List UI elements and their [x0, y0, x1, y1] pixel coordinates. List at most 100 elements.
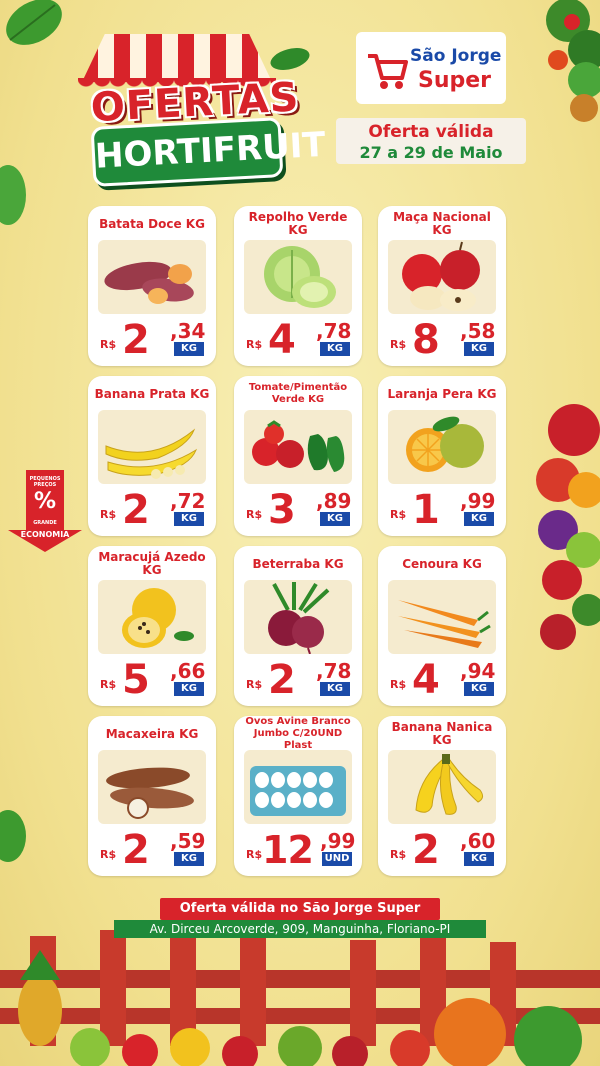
product-image [388, 410, 496, 484]
currency-symbol: R$ [100, 678, 117, 691]
product-card: Banana Prata KG R$ 2 ,72 KG [88, 376, 216, 536]
price-unit: KG [464, 342, 494, 356]
product-name: Laranja Pera KG [387, 386, 497, 401]
leaf-icon [0, 810, 26, 862]
fruit-pile-icon [536, 404, 600, 650]
cabbage-icon [264, 246, 336, 308]
product-image [98, 240, 206, 314]
product-name: Beterraba KG [252, 556, 344, 571]
price-tag: R$ 2 ,59 KG [88, 826, 216, 874]
awning-decoration [82, 34, 272, 82]
product-card: Macaxeira KG R$ 2 ,59 KG [88, 716, 216, 876]
price-unit: KG [464, 512, 494, 526]
eggs-icon [250, 766, 346, 816]
price-integer: 2 [122, 827, 150, 873]
price-cents: ,58 [460, 319, 496, 343]
price-unit: KG [174, 512, 204, 526]
product-card: Batata Doce KG R$ 2 ,34 KG [88, 206, 216, 366]
leaf-icon [6, 0, 62, 45]
price-cents: ,78 [316, 319, 352, 343]
page-subtitle: HORTIFRUIT [90, 117, 327, 187]
percent-icon: % [33, 489, 57, 514]
sweet-potato-icon [104, 261, 194, 304]
passion-fruit-icon [122, 588, 194, 648]
product-name: Ovos Avine Branco Jumbo C/20UND Plast [245, 716, 351, 751]
product-name: Tomate/Pimentão Verde KG [248, 382, 348, 405]
badge-line1: PEQUENOS PREÇOS [29, 476, 61, 488]
badge-line3: ECONOMIA [20, 530, 70, 539]
cassava-icon [106, 767, 194, 819]
validity-title: Oferta válida [368, 122, 494, 142]
product-card: Tomate/Pimentão Verde KG R$ 3 ,89 KG [234, 376, 362, 536]
price-integer: 4 [268, 317, 296, 363]
product-image [244, 240, 352, 314]
validity-dates: 27 a 29 de Maio [359, 143, 503, 162]
price-cents: ,66 [170, 659, 206, 683]
price-unit: KG [464, 852, 494, 866]
logo-text-line2: Super [418, 68, 492, 93]
product-name: Repolho Verde KG [248, 210, 348, 237]
price-cents: ,78 [316, 659, 352, 683]
price-integer: 4 [412, 657, 440, 703]
product-card: Maracujá Azedo KG R$ 5 ,66 KG [88, 546, 216, 706]
product-image [244, 750, 352, 824]
product-name: Banana Nanica KG [391, 720, 493, 747]
price-integer: 1 [412, 487, 440, 533]
price-tag: R$ 4 ,78 KG [234, 316, 362, 364]
price-integer: 2 [122, 487, 150, 533]
price-unit: KG [320, 512, 350, 526]
price-tag: R$ 2 ,34 KG [88, 316, 216, 364]
product-card: Cenoura KG R$ 4 ,94 KG [378, 546, 506, 706]
price-cents: ,89 [316, 489, 352, 513]
currency-symbol: R$ [100, 338, 117, 351]
price-tag: R$ 2 ,72 KG [88, 486, 216, 534]
price-integer: 12 [262, 828, 314, 872]
currency-symbol: R$ [100, 848, 117, 861]
price-integer: 2 [412, 827, 440, 873]
tomato-pepper-icon [252, 420, 345, 472]
footer-offer-note: Oferta válida no São Jorge Super [160, 898, 440, 920]
price-unit: UND [322, 852, 352, 866]
currency-symbol: R$ [390, 338, 407, 351]
fence-produce-decoration [0, 930, 600, 1066]
currency-symbol: R$ [100, 508, 117, 521]
price-cents: ,72 [170, 489, 206, 513]
price-unit: KG [174, 342, 204, 356]
price-unit: KG [174, 852, 204, 866]
price-unit: KG [320, 682, 350, 696]
product-image [388, 750, 496, 824]
leaf-icon [270, 48, 310, 70]
currency-symbol: R$ [390, 678, 407, 691]
currency-symbol: R$ [246, 338, 263, 351]
price-unit: KG [320, 342, 350, 356]
price-tag: R$ 2 ,60 KG [378, 826, 506, 874]
store-logo: São Jorge Super [356, 32, 506, 104]
product-image [98, 410, 206, 484]
product-name: Cenoura KG [402, 556, 482, 571]
product-card: Banana Nanica KG R$ 2 ,60 KG [378, 716, 506, 876]
price-integer: 2 [122, 317, 150, 363]
product-name: Batata Doce KG [99, 216, 205, 231]
currency-symbol: R$ [390, 848, 407, 861]
product-card: Laranja Pera KG R$ 1 ,99 KG [378, 376, 506, 536]
product-image [388, 240, 496, 314]
product-name: Maracujá Azedo KG [98, 550, 206, 577]
banana-bunch-icon [415, 754, 484, 815]
product-image [244, 580, 352, 654]
product-image [388, 580, 496, 654]
economy-badge: PEQUENOS PREÇOS % GRANDE ECONOMIA [8, 470, 82, 556]
product-name: Banana Prata KG [94, 386, 210, 401]
product-name: Macaxeira KG [105, 726, 199, 741]
shopping-cart-icon [368, 54, 408, 89]
product-card: Beterraba KG R$ 2 ,78 KG [234, 546, 362, 706]
product-card: Maça Nacional KG R$ 8 ,58 KG [378, 206, 506, 366]
product-image [244, 410, 352, 484]
price-cents: ,60 [460, 829, 496, 853]
footer-address: Av. Dirceu Arcoverde, 909, Manguinha, Fl… [114, 920, 486, 938]
currency-symbol: R$ [246, 848, 263, 861]
price-integer: 5 [122, 657, 150, 703]
price-tag: R$ 4 ,94 KG [378, 656, 506, 704]
badge-line2: GRANDE [33, 520, 57, 526]
price-cents: ,34 [170, 319, 206, 343]
vegetable-basket-icon [546, 0, 600, 122]
